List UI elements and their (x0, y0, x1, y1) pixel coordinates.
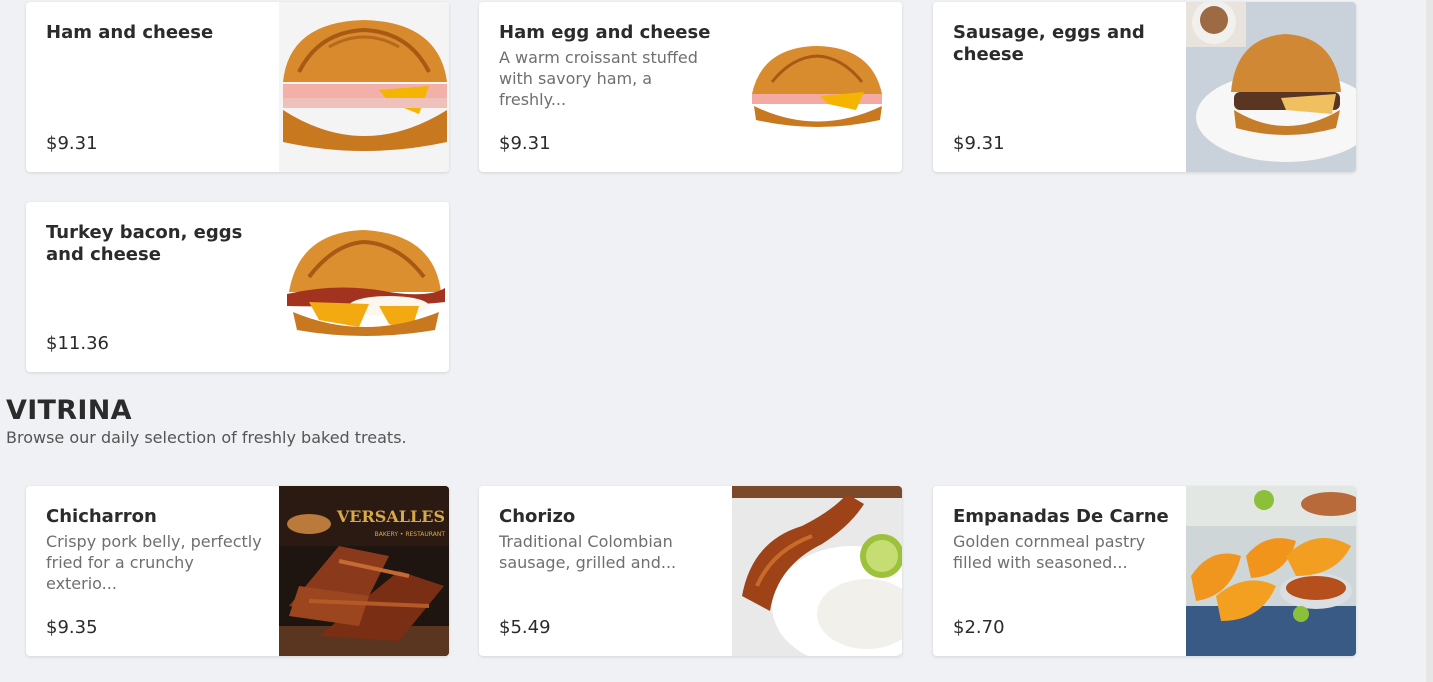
menu-item-name: Ham egg and cheese (499, 22, 711, 43)
menu-item-card[interactable]: Turkey bacon, eggs and cheese $11.36 (26, 202, 449, 372)
menu-item-price: $2.70 (953, 617, 1005, 638)
menu-item-card[interactable]: Ham egg and cheese A warm croissant stuf… (479, 2, 902, 172)
versalles-logo-sub: BAKERY • RESTAURANT (375, 531, 446, 538)
menu-item-name: Chicharron (46, 506, 157, 527)
menu-item-name: Sausage, eggs and cheese (953, 22, 1145, 65)
menu-item-info: Sausage, eggs and cheese $9.31 (953, 22, 1173, 154)
versalles-logo: VERSALLES (336, 507, 445, 526)
menu-item-description: Traditional Colombian sausage, grilled a… (499, 532, 677, 572)
menu-item-card[interactable]: Chorizo Traditional Colombian sausage, g… (479, 486, 902, 656)
menu-item-card[interactable]: Empanadas De Carne Golden cornmeal pastr… (933, 486, 1356, 656)
menu-item-card[interactable]: Sausage, eggs and cheese $9.31 (933, 2, 1356, 172)
chicharron-image: VERSALLES BAKERY • RESTAURANT (279, 486, 449, 656)
menu-item-info: Ham and cheese $9.31 (46, 22, 266, 154)
empanadas-image (1186, 486, 1356, 656)
croissant-sausage-egg-cheese-image (1186, 2, 1356, 172)
croissant-ham-cheese-image (279, 2, 449, 172)
section-title: VITRINA (6, 395, 132, 426)
section-subtitle: Browse our daily selection of freshly ba… (6, 428, 407, 447)
menu-item-info: Empanadas De Carne Golden cornmeal pastr… (953, 506, 1173, 638)
menu-item-description: Golden cornmeal pastry filled with seaso… (953, 532, 1146, 572)
menu-item-price: $11.36 (46, 333, 109, 354)
menu-item-name: Ham and cheese (46, 22, 214, 43)
menu-item-price: $9.31 (46, 133, 98, 154)
menu-item-card[interactable]: Chicharron Crispy pork belly, perfectly … (26, 486, 449, 656)
menu-item-card[interactable]: Ham and cheese $9.31 (26, 2, 449, 172)
menu-item-info: Chorizo Traditional Colombian sausage, g… (499, 506, 719, 638)
menu-item-info: Ham egg and cheese A warm croissant stuf… (499, 22, 719, 154)
menu-item-name: Turkey bacon, eggs and cheese (46, 222, 243, 265)
menu-item-price: $9.31 (499, 133, 551, 154)
menu-item-description: A warm croissant stuffed with savory ham… (499, 48, 698, 109)
menu-item-name: Empanadas De Carne (953, 506, 1169, 527)
menu-item-info: Chicharron Crispy pork belly, perfectly … (46, 506, 266, 638)
page-scrollbar[interactable] (1426, 0, 1433, 682)
menu-item-info: Turkey bacon, eggs and cheese $11.36 (46, 222, 266, 354)
croissant-ham-egg-cheese-image (732, 2, 902, 172)
croissant-bacon-egg-cheese-image (279, 202, 449, 372)
menu-item-price: $5.49 (499, 617, 551, 638)
menu-item-description: Crispy pork belly, perfectly fried for a… (46, 532, 262, 593)
menu-item-name: Chorizo (499, 506, 576, 527)
menu-item-price: $9.35 (46, 617, 98, 638)
chorizo-image (732, 486, 902, 656)
menu-item-price: $9.31 (953, 133, 1005, 154)
